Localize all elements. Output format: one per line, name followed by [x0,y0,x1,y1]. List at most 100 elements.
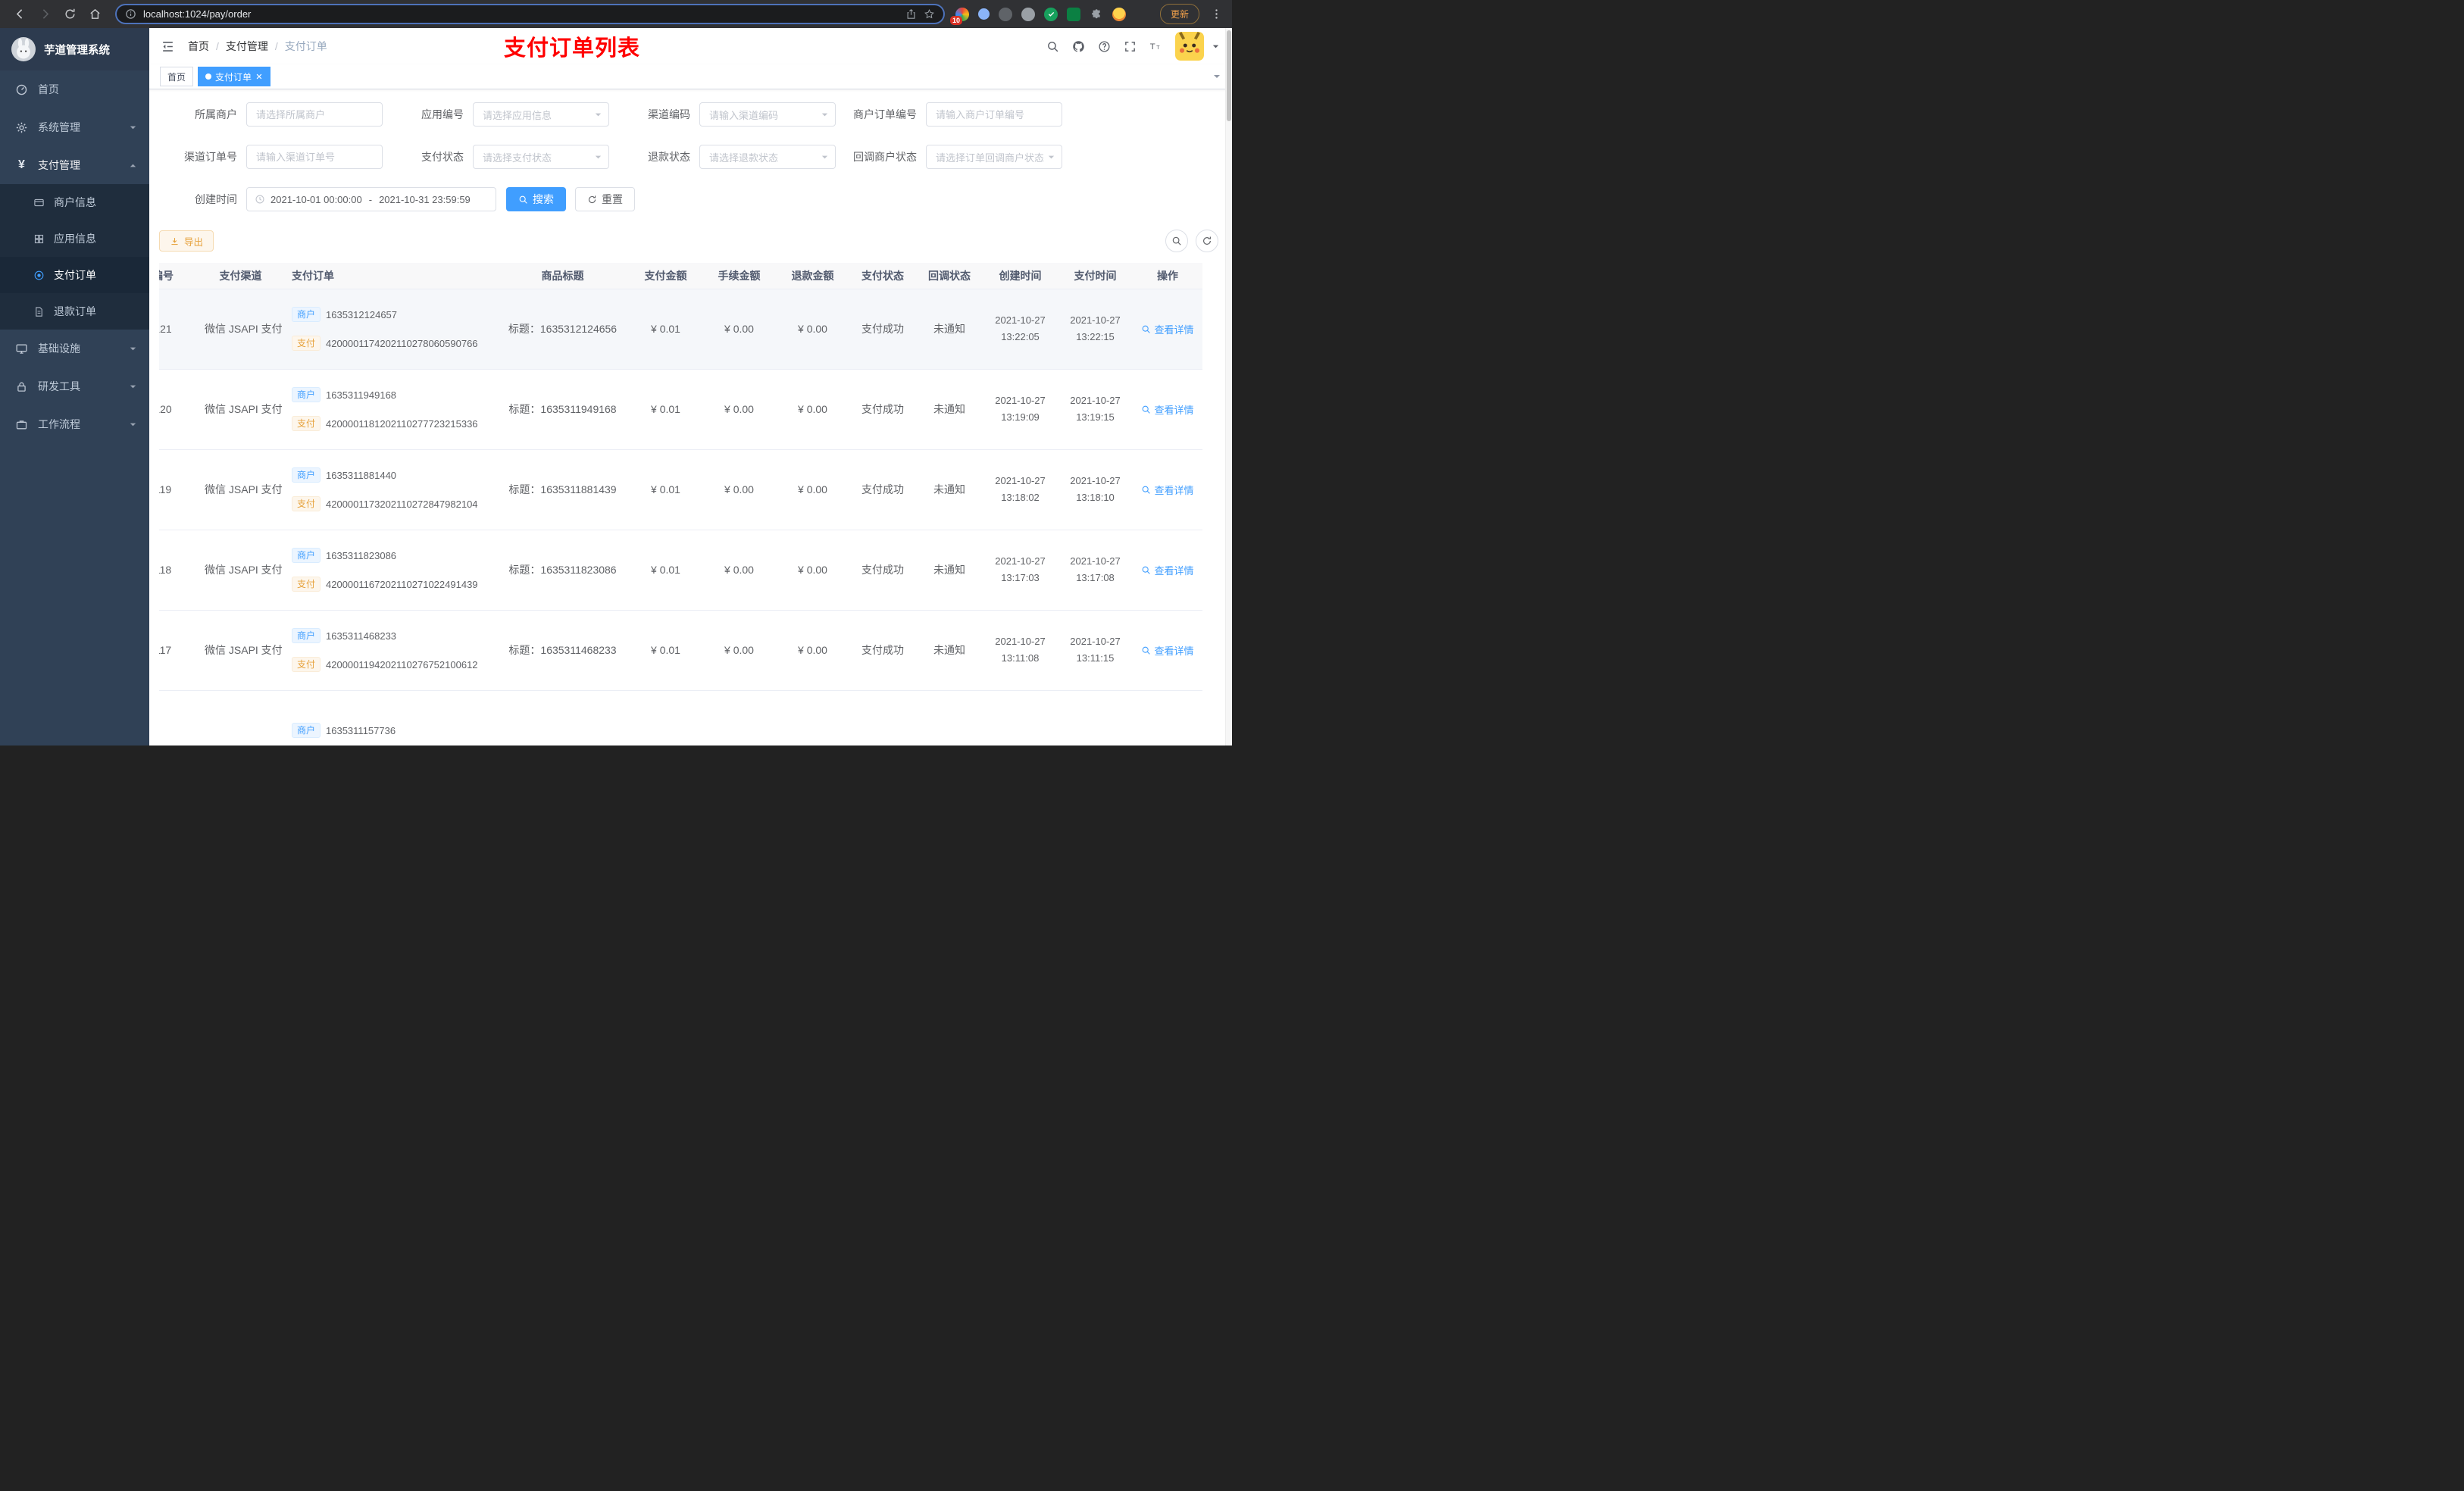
export-button-label: 导出 [184,236,204,248]
pay-channel-cell: 微信 JSAPI 支付 [197,369,284,450]
export-button[interactable]: 导出 [159,230,214,252]
browser-back-button[interactable] [14,8,27,20]
header-actions [1046,32,1220,61]
merchant-order-no: 1635311823086 [326,549,397,561]
app-logo[interactable]: 芋道管理系统 [0,28,149,70]
view-detail-link[interactable]: 查看详情 [1141,322,1194,336]
search-icon [1171,236,1182,246]
extension-icon-puzzle[interactable] [1090,8,1103,21]
sidebar-item-system[interactable]: 系统管理 [0,108,149,146]
share-icon[interactable] [905,8,917,20]
extension-icon-check[interactable] [1044,7,1058,21]
site-info-icon[interactable] [125,8,136,20]
close-icon[interactable] [255,73,263,80]
sidebar-item-app-info[interactable]: 应用信息 [0,220,149,257]
sidebar-toggle-icon[interactable] [161,39,175,54]
browser-controls-right: 更新 [1159,4,1224,24]
briefcase-icon [15,418,28,431]
tabs-more-caret-icon[interactable] [1212,72,1221,81]
pay-status-select[interactable]: 请选择支付状态 [473,145,609,169]
scrollbar-thumb[interactable] [1227,30,1231,121]
extension-icon-square[interactable] [1067,7,1080,21]
view-detail-icon [1141,324,1151,334]
font-size-icon[interactable] [1149,40,1162,53]
sidebar-item-label: 退款订单 [54,305,96,317]
date-start: 2021-10-01 00:00:00 [270,193,362,205]
browser-menu-button[interactable] [1210,8,1223,20]
extension-icon-wheel[interactable]: 10 [950,7,969,25]
sidebar-item-infra[interactable]: 基础设施 [0,330,149,367]
view-detail-link[interactable]: 查看详情 [1141,483,1194,497]
owner-merchant-input[interactable] [246,102,383,127]
merchant-order-no-input[interactable] [926,102,1062,127]
pay-amount-cell: ¥ 0.01 [629,289,702,370]
view-detail-link[interactable]: 查看详情 [1141,402,1194,417]
pay-order-line: 支付 4200001194202110276752100612 [292,657,489,672]
toggle-search-button[interactable] [1165,230,1188,252]
filter-row-1: 所属商户 应用编号 请选择应用信息 渠道编码 请输入渠道编码 [159,102,1224,127]
download-icon [170,236,180,246]
search-icon[interactable] [1046,40,1059,53]
help-icon[interactable] [1098,40,1111,53]
browser-profile-avatar[interactable] [1112,7,1126,21]
col-actions: 操作 [1133,263,1202,289]
sidebar: 芋道管理系统 首页 系统管理 ¥ 支付管理 商户信息 应用信息 支付订单 退款订… [0,28,149,746]
tab-home[interactable]: 首页 [160,67,194,86]
browser-forward-button[interactable] [39,8,52,20]
chevron-down-icon [821,153,829,161]
create-time-range-picker[interactable]: 2021-10-01 00:00:00 - 2021-10-31 23:59:5… [246,187,496,211]
channel-pay-no: 4200001181202110277723215336 [326,417,478,430]
breadcrumb-payment[interactable]: 支付管理 [226,39,268,54]
view-detail-link[interactable]: 查看详情 [1141,643,1194,658]
monitor-icon [15,342,28,355]
browser-update-button[interactable]: 更新 [1159,4,1199,24]
col-notify-status: 回调状态 [916,263,983,289]
sidebar-item-devtools[interactable]: 研发工具 [0,367,149,405]
sidebar-item-home[interactable]: 首页 [0,70,149,108]
refund-status-select[interactable]: 请选择退款状态 [699,145,836,169]
user-avatar[interactable] [1175,32,1204,61]
extension-icon-gray[interactable] [1021,7,1035,21]
channel-order-no-input[interactable] [246,145,383,169]
extension-icon-blue[interactable] [978,8,990,20]
sidebar-item-refund-order[interactable]: 退款订单 [0,293,149,330]
extension-icon-dark[interactable] [999,7,1012,21]
tab-pay-order[interactable]: 支付订单 [198,67,271,86]
table-row: 119 微信 JSAPI 支付 商户 1635311881440 支 [159,449,1202,530]
card-icon [33,197,45,208]
notify-status-select[interactable]: 请选择订单回调商户状态 [926,145,1062,169]
page-scrollbar[interactable] [1225,28,1232,746]
sidebar-item-pay-order[interactable]: 支付订单 [0,257,149,293]
search-button[interactable]: 搜索 [506,187,566,211]
sidebar-item-workflow[interactable]: 工作流程 [0,405,149,443]
app-no-select[interactable]: 请选择应用信息 [473,102,609,127]
url-bar[interactable]: localhost:1024/pay/order [115,4,945,24]
col-fee-amount: 手续金额 [702,263,776,289]
breadcrumb-separator: / [216,40,219,52]
pay-status-cell: 支付成功 [849,369,916,450]
filter-notify-status: 回调商户状态 请选择订单回调商户状态 [852,145,1062,169]
avatar-image [1175,32,1204,61]
sidebar-item-merchant-info[interactable]: 商户信息 [0,184,149,220]
sidebar-item-label: 工作流程 [38,418,80,430]
pay-order-line: 支付 4200001174202110278060590766 [292,336,489,351]
browser-home-button[interactable] [89,8,102,20]
merchant-order-line: 商户 1635311468233 [292,628,489,643]
table-row: 117 微信 JSAPI 支付 商户 1635311468233 支 [159,610,1202,691]
col-pay-order: 支付订单 [284,263,496,289]
refresh-table-button[interactable] [1196,230,1218,252]
create-time-cell: 2021-10-27 13:22:05 [983,289,1058,370]
breadcrumb-home[interactable]: 首页 [188,39,209,54]
view-detail-link[interactable]: 查看详情 [1141,563,1194,577]
browser-reload-button[interactable] [64,8,77,20]
channel-code-select[interactable]: 请输入渠道编码 [699,102,836,127]
view-detail-label: 查看详情 [1154,645,1194,657]
reset-button[interactable]: 重置 [575,187,635,211]
goods-title-cell: 标题：1635311468233 [496,610,629,691]
bookmark-star-icon[interactable] [924,8,935,20]
avatar-caret-icon[interactable] [1212,42,1220,51]
fullscreen-icon[interactable] [1124,40,1137,53]
fee-amount-cell: ¥ 0.00 [702,610,776,691]
github-icon[interactable] [1072,40,1085,53]
sidebar-item-payment[interactable]: ¥ 支付管理 [0,146,149,184]
